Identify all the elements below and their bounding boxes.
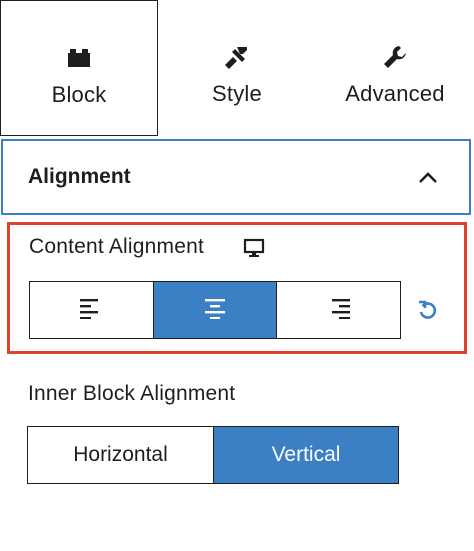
align-left-icon bbox=[78, 297, 104, 324]
tab-label: Advanced bbox=[345, 81, 445, 106]
brush-icon bbox=[222, 42, 252, 72]
align-right-button[interactable] bbox=[276, 282, 400, 338]
chevron-up-icon bbox=[417, 167, 439, 189]
tab-advanced[interactable]: Advanced bbox=[316, 0, 474, 136]
block-icon bbox=[64, 43, 94, 73]
content-alignment-buttons bbox=[29, 281, 401, 339]
tab-label: Block bbox=[51, 82, 107, 107]
content-alignment-label: Content Alignment bbox=[29, 235, 205, 258]
align-left-button[interactable] bbox=[30, 282, 153, 338]
inner-block-alignment-buttons: Horizontal Vertical bbox=[27, 426, 399, 484]
alignment-panel-toggle[interactable]: Alignment bbox=[1, 139, 471, 215]
settings-tabs: Block Style Advanced bbox=[0, 0, 474, 136]
vertical-button[interactable]: Vertical bbox=[214, 427, 398, 483]
reset-icon[interactable] bbox=[416, 298, 440, 322]
align-right-icon bbox=[326, 297, 352, 324]
panel-title: Alignment bbox=[28, 165, 131, 188]
horizontal-button[interactable]: Horizontal bbox=[28, 427, 214, 483]
tab-style[interactable]: Style bbox=[158, 0, 316, 136]
inner-block-alignment-label: Inner Block Alignment bbox=[28, 382, 236, 405]
align-center-icon bbox=[202, 297, 228, 324]
block-settings-sidebar: Block Style Advanced Alignment Content A… bbox=[0, 0, 474, 551]
wrench-icon bbox=[380, 42, 410, 72]
align-center-button[interactable] bbox=[152, 282, 277, 338]
tab-label: Style bbox=[212, 81, 262, 106]
tab-block[interactable]: Block bbox=[0, 0, 158, 136]
desktop-monitor-icon[interactable] bbox=[243, 237, 265, 259]
content-alignment-control: Content Alignment bbox=[7, 222, 467, 354]
